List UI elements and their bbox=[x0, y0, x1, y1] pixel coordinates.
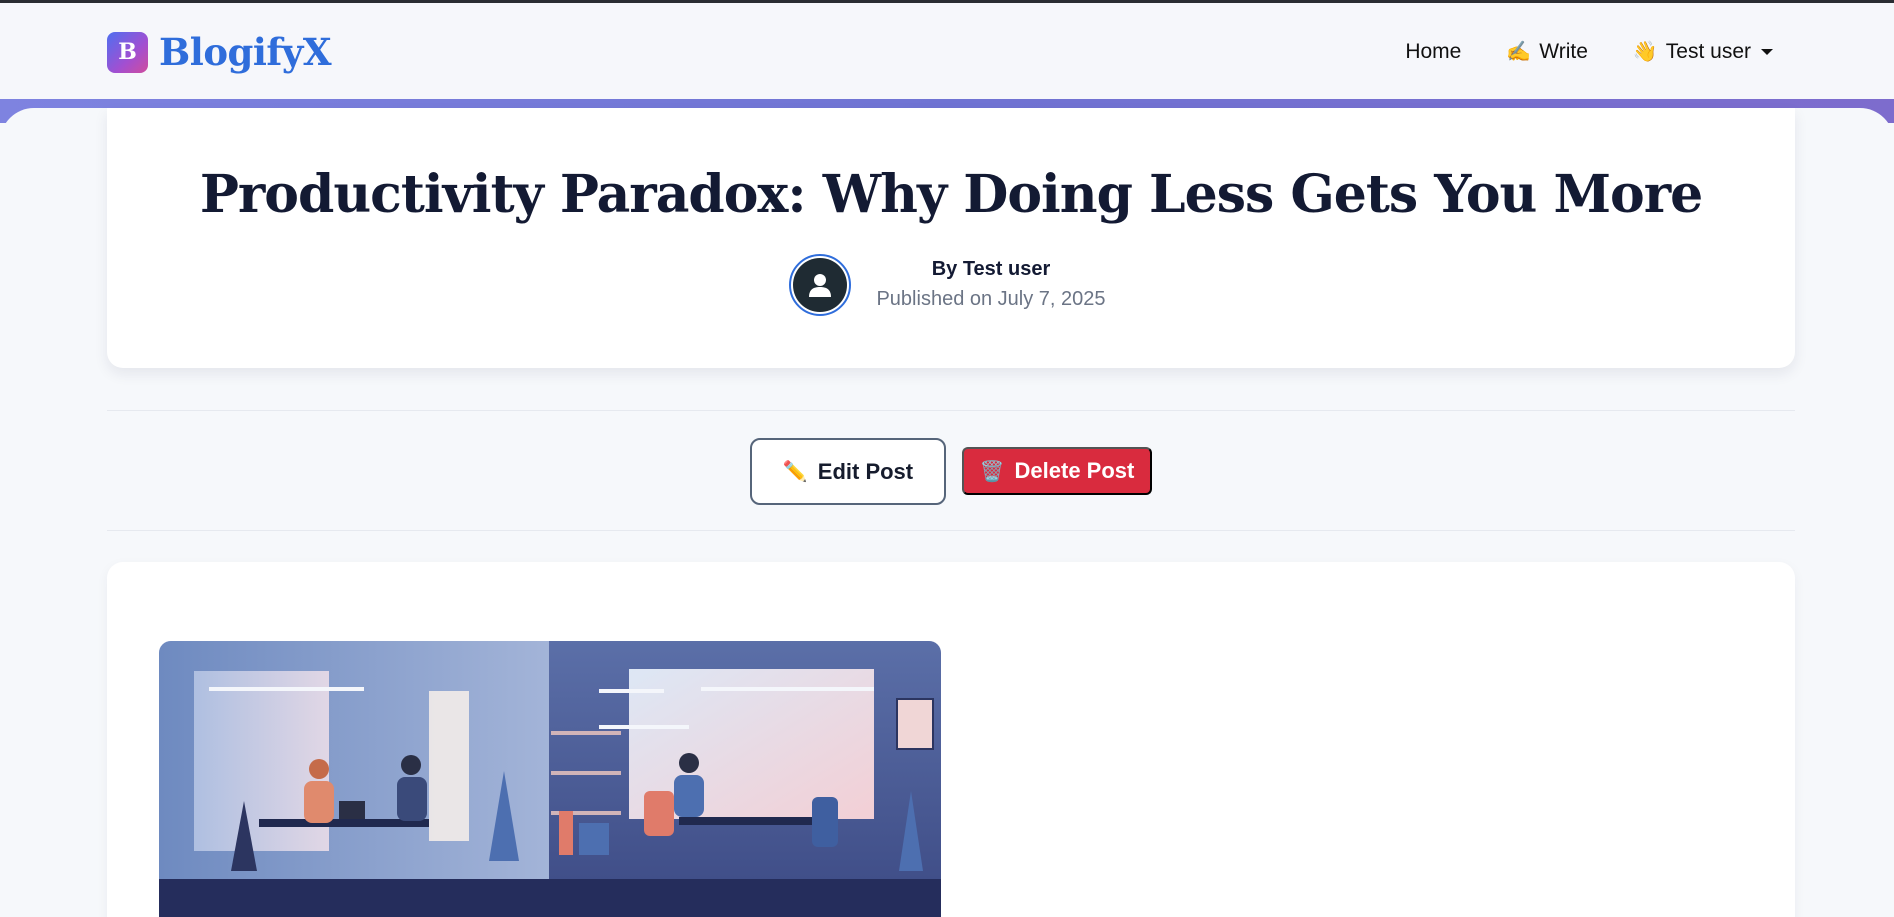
post-cover-image bbox=[159, 641, 941, 917]
nav-write-link[interactable]: ✍️ Write bbox=[1506, 39, 1588, 64]
pencil-icon: ✏️ bbox=[782, 461, 808, 483]
nav-write-label: Write bbox=[1539, 39, 1588, 63]
divider bbox=[107, 530, 1795, 531]
brand-name: BlogifyX bbox=[159, 30, 332, 74]
waving-hand-icon: 👋 bbox=[1632, 41, 1658, 63]
author-avatar bbox=[789, 254, 851, 316]
caret-down-icon bbox=[1761, 48, 1773, 55]
nav-user-label: Test user bbox=[1665, 39, 1751, 63]
nav-home-link[interactable]: Home bbox=[1405, 40, 1461, 64]
delete-post-button[interactable]: 🗑️ Delete Post bbox=[962, 447, 1152, 495]
trash-icon: 🗑️ bbox=[979, 460, 1005, 483]
navbar: B BlogifyX Home ✍️ Write 👋 Test user bbox=[0, 3, 1894, 99]
edit-post-label: Edit Post bbox=[817, 458, 914, 484]
user-avatar-icon bbox=[793, 258, 847, 312]
post-title: Productivity Paradox: Why Doing Less Get… bbox=[199, 164, 1703, 225]
divider bbox=[107, 410, 1795, 411]
post-header-card: Productivity Paradox: Why Doing Less Get… bbox=[107, 108, 1795, 368]
published-date: Published on July 7, 2025 bbox=[876, 288, 1106, 310]
writing-hand-icon: ✍️ bbox=[1506, 41, 1532, 63]
edit-post-button[interactable]: ✏️ Edit Post bbox=[750, 438, 946, 505]
author-name: By Test user bbox=[931, 258, 1051, 280]
brand[interactable]: B BlogifyX bbox=[107, 30, 332, 74]
nav-user-menu[interactable]: 👋 Test user bbox=[1633, 39, 1773, 64]
nav-home-label: Home bbox=[1405, 39, 1462, 63]
nav-links: Home ✍️ Write 👋 Test user bbox=[1360, 39, 1773, 64]
delete-post-label: Delete Post bbox=[1014, 458, 1135, 483]
brand-logo-icon: B bbox=[107, 31, 148, 73]
